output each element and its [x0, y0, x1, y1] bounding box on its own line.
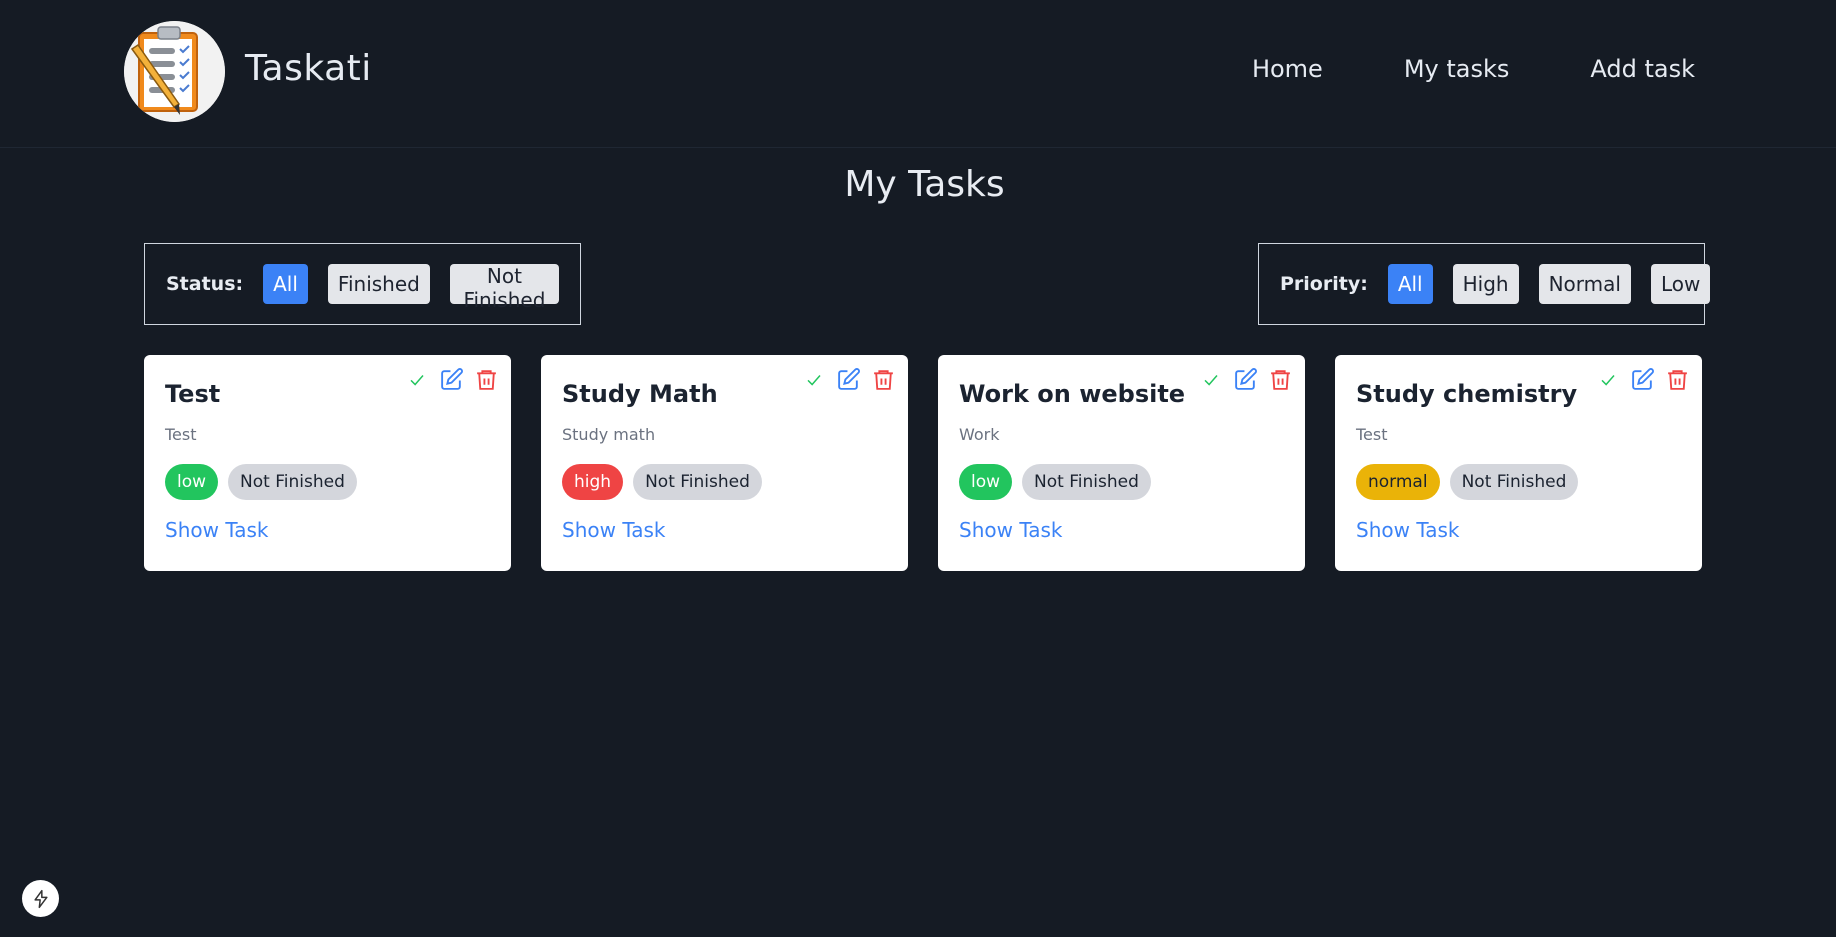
edit-icon[interactable] — [1233, 367, 1258, 392]
task-badges: low Not Finished — [165, 464, 490, 500]
edit-icon[interactable] — [836, 367, 861, 392]
check-icon[interactable] — [801, 367, 826, 392]
show-task-link[interactable]: Show Task — [165, 518, 269, 542]
task-actions — [1595, 367, 1690, 392]
trash-icon[interactable] — [1268, 367, 1293, 392]
task-description: Test — [165, 425, 197, 444]
logo-icon[interactable] — [124, 21, 225, 122]
task-description: Work — [959, 425, 1000, 444]
priority-filter-low-button[interactable]: Low — [1650, 264, 1711, 304]
nav-my-tasks[interactable]: My tasks — [1404, 55, 1510, 83]
bolt-icon[interactable] — [22, 880, 59, 917]
task-card: Study chemistry Test normal Not Finished… — [1335, 355, 1702, 571]
app-header: Taskati Home My tasks Add task — [0, 0, 1836, 148]
status-badge: Not Finished — [633, 464, 762, 500]
priority-filter-normal-button[interactable]: Normal — [1538, 264, 1631, 304]
task-card: Test Test low Not Finished Show Task — [144, 355, 511, 571]
status-badge: Not Finished — [1022, 464, 1151, 500]
status-filter-not-finished-button[interactable]: Not Finished — [449, 264, 559, 312]
task-badges: high Not Finished — [562, 464, 887, 500]
priority-badge: low — [959, 464, 1013, 500]
status-filter-finished-button[interactable]: Finished — [327, 264, 430, 304]
status-filter-label: Status: — [166, 273, 244, 295]
task-actions — [1198, 367, 1293, 392]
task-description: Study math — [562, 425, 656, 444]
check-icon[interactable] — [1198, 367, 1223, 392]
trash-icon[interactable] — [1665, 367, 1690, 392]
priority-filter-high-button[interactable]: High — [1452, 264, 1519, 304]
show-task-link[interactable]: Show Task — [562, 518, 666, 542]
status-badge: Not Finished — [1449, 464, 1579, 500]
nav-add-task[interactable]: Add task — [1590, 55, 1695, 83]
show-task-link[interactable]: Show Task — [1356, 518, 1460, 542]
priority-badge: normal — [1356, 464, 1440, 500]
main-nav: Home My tasks Add task — [1252, 55, 1695, 83]
edit-icon[interactable] — [439, 367, 464, 392]
priority-filter: Priority: All High Normal Low — [1258, 243, 1711, 325]
check-icon[interactable] — [1595, 367, 1620, 392]
task-badges: low Not Finished — [959, 464, 1284, 500]
trash-icon[interactable] — [474, 367, 499, 392]
status-filter-all-button[interactable]: All — [263, 264, 308, 304]
task-actions — [801, 367, 896, 392]
status-badge: Not Finished — [228, 464, 357, 500]
edit-icon[interactable] — [1630, 367, 1655, 392]
show-task-link[interactable]: Show Task — [959, 518, 1063, 542]
priority-filter-label: Priority: — [1280, 273, 1368, 295]
task-actions — [404, 367, 499, 392]
priority-filter-all-button[interactable]: All — [1387, 264, 1433, 304]
status-filter: Status: All Finished Not Finished — [144, 243, 581, 325]
task-badges: normal Not Finished — [1356, 464, 1681, 500]
task-list: Test Test low Not Finished Show Task Stu… — [144, 355, 1702, 571]
task-card: Work on website Work low Not Finished Sh… — [938, 355, 1305, 571]
trash-icon[interactable] — [871, 367, 896, 392]
nav-home[interactable]: Home — [1252, 55, 1323, 83]
page-title: My Tasks — [844, 164, 1005, 205]
task-description: Test — [1356, 425, 1388, 444]
priority-badge: low — [165, 464, 219, 500]
check-icon[interactable] — [404, 367, 429, 392]
priority-badge: high — [562, 464, 624, 500]
task-card: Study Math Study math high Not Finished … — [541, 355, 908, 571]
brand-name[interactable]: Taskati — [245, 48, 372, 89]
